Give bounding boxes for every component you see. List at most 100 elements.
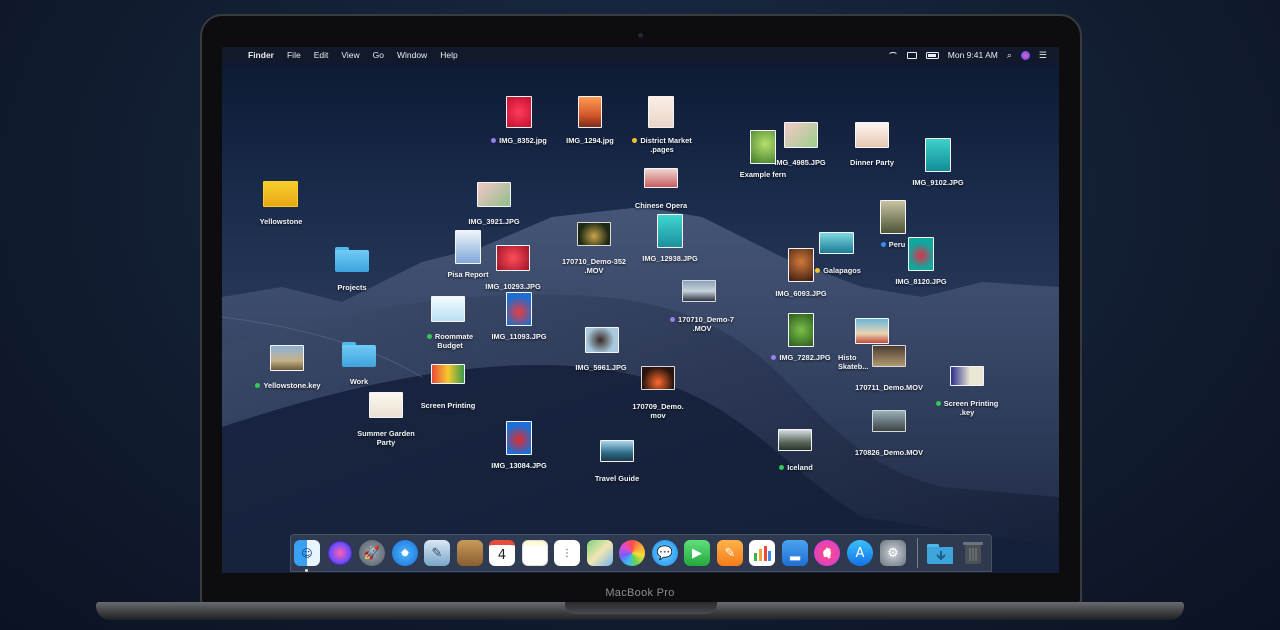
desktop-file-label[interactable]: 170826_Demo.MOV xyxy=(852,448,926,457)
desktop-file-label[interactable]: IMG_5961.JPG xyxy=(568,363,634,372)
desktop-file-thumbnail[interactable] xyxy=(455,230,481,264)
desktop-file-label[interactable]: Galapagos xyxy=(806,266,870,275)
trash-icon[interactable] xyxy=(960,540,986,566)
desktop-file-thumbnail[interactable] xyxy=(788,313,814,347)
desktop-file-thumbnail[interactable] xyxy=(855,318,889,344)
desktop-file-thumbnail[interactable] xyxy=(496,245,530,271)
desktop-file-label[interactable]: Chinese Opera xyxy=(626,201,696,210)
desktop-file-label[interactable]: Yellowstone xyxy=(248,217,314,226)
menu-window[interactable]: Window xyxy=(397,50,427,60)
calendar-icon[interactable]: 4 xyxy=(489,540,515,566)
desktop-file-label[interactable]: IMG_13084.JPG xyxy=(486,461,552,470)
desktop-file-thumbnail[interactable] xyxy=(644,168,678,188)
system-preferences-icon[interactable]: ⚙ xyxy=(880,540,906,566)
desktop-file-label[interactable]: Dinner Party xyxy=(840,158,904,167)
notification-center-icon[interactable]: ☰ xyxy=(1039,50,1047,61)
desktop-file-label[interactable]: IMG_11093.JPG xyxy=(486,332,552,341)
desktop-file-thumbnail[interactable] xyxy=(641,366,675,390)
facetime-icon[interactable]: ▶ xyxy=(684,540,710,566)
desktop-file-label[interactable]: IMG_12938.JPG xyxy=(636,254,704,263)
desktop-file-label[interactable]: Roommate Budget xyxy=(418,332,482,350)
menu-view[interactable]: View xyxy=(341,50,359,60)
desktop-file-thumbnail[interactable] xyxy=(506,421,532,455)
desktop-file-thumbnail[interactable] xyxy=(648,96,674,128)
desktop-file-thumbnail[interactable] xyxy=(950,366,984,386)
desktop-file-thumbnail[interactable] xyxy=(577,222,611,246)
itunes-icon[interactable]: ♫ xyxy=(814,540,840,566)
safari-icon[interactable]: ✦ xyxy=(392,540,418,566)
desktop-file-thumbnail[interactable] xyxy=(477,182,511,207)
desktop-file-thumbnail[interactable] xyxy=(600,440,634,462)
desktop-file-thumbnail[interactable] xyxy=(750,130,776,164)
pages-icon[interactable]: ✎ xyxy=(717,540,743,566)
menu-help[interactable]: Help xyxy=(440,50,457,60)
desktop-folder-label[interactable]: Projects xyxy=(322,283,382,292)
messages-icon[interactable]: 💬 xyxy=(652,540,678,566)
desktop-folder-label[interactable]: Work xyxy=(330,377,388,386)
desktop-file-label[interactable]: IMG_4985.JPG xyxy=(770,158,830,167)
desktop-file-label[interactable]: 170711_Demo.MOV xyxy=(852,383,926,392)
desktop-file-label[interactable]: IMG_3921.JPG xyxy=(462,217,526,226)
siri-icon[interactable] xyxy=(1020,50,1030,60)
notes-book-icon[interactable] xyxy=(457,540,483,566)
desktop-file-label[interactable]: Example fern xyxy=(732,170,794,179)
desktop-file-thumbnail[interactable] xyxy=(778,429,812,451)
desktop-file-label[interactable]: IMG_8352.jpg xyxy=(480,136,558,145)
finder-icon[interactable]: ☺ xyxy=(294,540,320,566)
desktop-file-thumbnail[interactable] xyxy=(506,96,532,128)
airplay-icon[interactable] xyxy=(906,51,917,59)
desktop-file-thumbnail[interactable] xyxy=(872,345,906,367)
desktop-file-label[interactable]: IMG_6093.JPG xyxy=(768,289,834,298)
desktop-file-thumbnail[interactable] xyxy=(872,410,906,432)
launchpad-icon[interactable]: 🚀 xyxy=(359,540,385,566)
desktop-file-label[interactable]: Iceland xyxy=(770,463,822,472)
numbers-icon[interactable] xyxy=(749,540,775,566)
folder-icon[interactable] xyxy=(335,247,369,273)
desktop-file-label[interactable]: 170709_Demo. mov xyxy=(622,402,694,420)
preview-icon[interactable]: ✎ xyxy=(424,540,450,566)
desktop-file-thumbnail[interactable] xyxy=(908,237,934,271)
folder-icon[interactable] xyxy=(342,342,376,368)
desktop-file-label[interactable]: IMG_8120.JPG xyxy=(888,277,954,286)
desktop-file-label[interactable]: Travel Guide xyxy=(584,474,650,483)
desktop-file-label[interactable]: 170710_Demo-352 .MOV xyxy=(556,257,632,275)
desktop-file-label[interactable]: IMG_9102.JPG xyxy=(906,178,970,187)
menu-app-finder[interactable]: Finder xyxy=(248,50,274,60)
battery-icon[interactable] xyxy=(925,51,939,59)
desktop-file-thumbnail[interactable] xyxy=(657,214,683,248)
desktop-file-thumbnail[interactable] xyxy=(925,138,951,172)
app-store-icon[interactable]: A xyxy=(847,540,873,566)
desktop-file-label[interactable]: District Market .pages xyxy=(620,136,704,154)
desktop-file-label[interactable]: Yellowstone.key xyxy=(252,381,324,390)
desktop-file-thumbnail[interactable] xyxy=(270,345,304,371)
desktop-file-label[interactable]: IMG_1294.jpg xyxy=(552,136,628,145)
spotlight-icon[interactable]: ⌕ xyxy=(1007,50,1012,61)
downloads-folder-icon[interactable] xyxy=(927,540,953,566)
desktop-file-thumbnail[interactable] xyxy=(578,96,602,128)
notes-icon[interactable] xyxy=(522,540,548,566)
desktop-file-thumbnail[interactable] xyxy=(585,327,619,353)
desktop-file-label[interactable]: Summer Garden Party xyxy=(350,429,422,447)
menu-edit[interactable]: Edit xyxy=(314,50,329,60)
maps-icon[interactable] xyxy=(587,540,613,566)
desktop-file-thumbnail[interactable] xyxy=(369,392,403,418)
desktop-file-label[interactable]: Screen Printing xyxy=(414,401,482,410)
desktop-file-thumbnail[interactable] xyxy=(788,248,814,282)
desktop-file-thumbnail[interactable] xyxy=(431,364,465,384)
menu-file[interactable]: File xyxy=(287,50,301,60)
desktop-file-label[interactable]: Screen Printing .key xyxy=(930,399,1004,417)
desktop-file-thumbnail[interactable] xyxy=(784,122,818,148)
desktop-file-thumbnail[interactable] xyxy=(819,232,854,254)
wifi-icon[interactable] xyxy=(887,51,898,59)
desktop-file-thumbnail[interactable] xyxy=(263,181,298,207)
photos-icon[interactable] xyxy=(619,540,645,566)
desktop-file-label[interactable]: Pisa Report xyxy=(438,270,498,279)
siri-icon[interactable] xyxy=(327,540,353,566)
desktop-file-thumbnail[interactable] xyxy=(506,292,532,326)
desktop-file-label[interactable]: IMG_10293.JPG xyxy=(480,282,546,291)
desktop-file-thumbnail[interactable] xyxy=(880,200,906,234)
desktop-file-thumbnail[interactable] xyxy=(682,280,716,302)
menu-clock[interactable]: Mon 9:41 AM xyxy=(948,50,998,60)
desktop-file-label[interactable]: 170710_Demo-7 .MOV xyxy=(662,315,742,333)
menu-go[interactable]: Go xyxy=(373,50,384,60)
